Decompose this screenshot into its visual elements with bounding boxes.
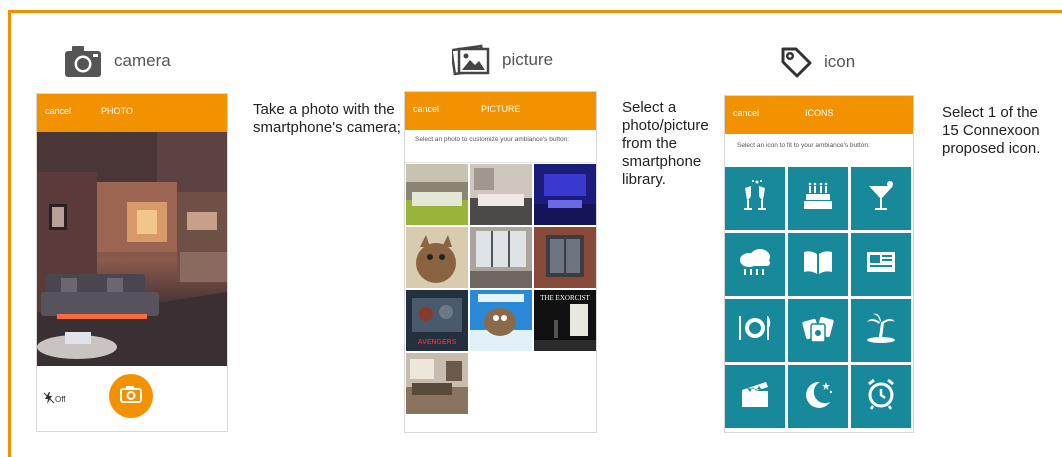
photo-thumb-kitten[interactable] bbox=[406, 227, 468, 288]
book-icon bbox=[800, 244, 836, 285]
picture-section-header: picture bbox=[452, 43, 553, 77]
exorcist-poster-title: THE EXORCIST bbox=[540, 294, 590, 302]
picture-hint-text: Select an photo to customize your ambian… bbox=[415, 136, 570, 143]
birthday-cake-icon bbox=[800, 178, 836, 219]
icon-tile-book[interactable] bbox=[788, 233, 848, 296]
picture-divider bbox=[405, 162, 595, 163]
shutter-button[interactable] bbox=[109, 374, 153, 418]
alarm-clock-icon bbox=[863, 376, 899, 417]
picture-icon bbox=[452, 43, 490, 77]
cocktail-icon bbox=[863, 178, 899, 219]
picture-topbar: cancel PICTURE bbox=[405, 92, 596, 130]
newspaper-icon bbox=[863, 244, 899, 285]
icon-description: Select 1 of the 15 Connexoon proposed ic… bbox=[942, 104, 1041, 157]
camera-viewfinder bbox=[37, 132, 227, 366]
flash-label: Off bbox=[55, 394, 66, 404]
camera-topbar: cancel PHOTO bbox=[37, 94, 227, 132]
icon-tile-playing-cards[interactable] bbox=[788, 299, 848, 362]
camera-icon bbox=[64, 44, 102, 78]
palm-island-icon bbox=[863, 310, 899, 351]
icon-screen-title: ICONS bbox=[805, 108, 834, 118]
icon-grid bbox=[725, 166, 913, 432]
camera-section-label: camera bbox=[114, 51, 171, 70]
photo-thumb-bedroom-green[interactable] bbox=[406, 164, 468, 225]
flash-off-icon bbox=[43, 392, 55, 406]
camera-description: Take a photo with the smartphone's camer… bbox=[253, 101, 401, 136]
playing-cards-icon bbox=[800, 310, 836, 351]
icon-section-label: icon bbox=[824, 52, 856, 71]
photo-thumb-exorcist-poster[interactable]: THE EXORCIST bbox=[534, 290, 596, 351]
camera-screen-title: PHOTO bbox=[101, 106, 133, 116]
clapperboard-icon bbox=[737, 376, 773, 417]
picture-description: Select a photo/picture from the smartpho… bbox=[622, 99, 709, 188]
icon-tile-cocktail[interactable] bbox=[851, 167, 911, 230]
icon-cancel-button[interactable]: cancel bbox=[733, 108, 759, 118]
icon-tile-rain-cloud[interactable] bbox=[725, 233, 785, 296]
camera-section-header: camera bbox=[64, 44, 171, 78]
dinner-plate-icon bbox=[736, 310, 774, 351]
camera-controls: Off bbox=[37, 366, 227, 431]
icon-tile-palm-island[interactable] bbox=[851, 299, 911, 362]
icon-hint-text: Select an icon to fit to your ambiance's… bbox=[737, 142, 870, 149]
icon-tile-alarm-clock[interactable] bbox=[851, 365, 911, 428]
camera-phone-mockup: cancel PHOTO Off bbox=[36, 93, 228, 432]
flash-toggle[interactable]: Off bbox=[43, 392, 66, 406]
icon-tile-champagne[interactable] bbox=[725, 167, 785, 230]
rain-cloud-icon bbox=[736, 244, 774, 285]
photo-thumb-bedroom-blue[interactable] bbox=[534, 164, 596, 225]
tag-icon bbox=[780, 46, 812, 78]
icon-tile-dinner-plate[interactable] bbox=[725, 299, 785, 362]
moon-stars-icon bbox=[800, 376, 836, 417]
photo-thumb-bedroom-grey[interactable] bbox=[470, 164, 532, 225]
picture-section-label: picture bbox=[502, 50, 554, 69]
picture-phone-mockup: cancel PICTURE Select an photo to custom… bbox=[404, 91, 597, 433]
photo-thumb-brick-window[interactable] bbox=[534, 227, 596, 288]
icon-phone-mockup: cancel ICONS Select an icon to fit to yo… bbox=[724, 95, 914, 433]
icon-tile-moon-stars[interactable] bbox=[788, 365, 848, 428]
photo-thumb-ice-age-poster[interactable] bbox=[470, 290, 532, 351]
picture-cancel-button[interactable]: cancel bbox=[413, 104, 439, 114]
camera-cancel-button[interactable]: cancel bbox=[45, 106, 71, 116]
icon-tile-clapperboard[interactable] bbox=[725, 365, 785, 428]
photo-thumb-living-room[interactable] bbox=[406, 353, 468, 414]
shutter-camera-icon bbox=[120, 385, 142, 408]
icon-tile-birthday-cake[interactable] bbox=[788, 167, 848, 230]
icon-tile-newspaper[interactable] bbox=[851, 233, 911, 296]
photo-thumb-avengers-poster[interactable]: AVENGERS bbox=[406, 290, 468, 351]
champagne-icon bbox=[737, 178, 773, 219]
icon-topbar: cancel ICONS bbox=[725, 96, 913, 134]
avengers-poster-title: AVENGERS bbox=[418, 339, 457, 346]
icon-section-header: icon bbox=[780, 46, 855, 78]
photo-thumb-loft-window[interactable] bbox=[470, 227, 532, 288]
picture-screen-title: PICTURE bbox=[481, 104, 521, 114]
